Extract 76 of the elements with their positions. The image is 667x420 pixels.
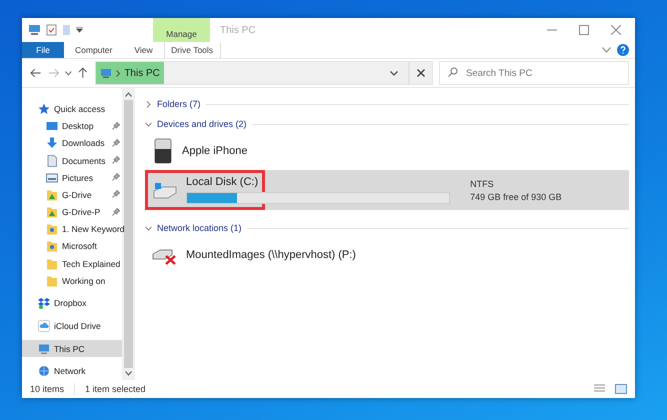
chevron-down-icon[interactable] (145, 120, 152, 128)
up-arrow-icon[interactable] (78, 67, 88, 79)
group-heading[interactable]: Folders (7) (157, 99, 201, 109)
sidebar-item[interactable]: G-Drive-P (22, 204, 122, 221)
help-icon[interactable] (617, 44, 629, 56)
address-bar[interactable]: This PC (95, 61, 409, 85)
chevron-right-icon[interactable] (145, 100, 152, 108)
sidebar-item[interactable]: Working on (22, 272, 122, 290)
document-icon (46, 154, 58, 167)
details-view-icon[interactable] (594, 384, 605, 394)
maximize-icon[interactable] (579, 25, 589, 35)
caret-icon[interactable] (76, 27, 83, 33)
sidebar-item[interactable]: Pictures (22, 169, 122, 186)
chevron-down-icon[interactable] (65, 70, 72, 76)
group-heading[interactable]: Devices and drives (2) (157, 119, 247, 129)
sidebar-item[interactable]: iCloud Drive (22, 317, 122, 335)
sidebar-item[interactable]: Tech Explained (22, 255, 122, 272)
sidebar-item[interactable]: This PC (22, 340, 122, 358)
scroll-up-icon[interactable] (125, 92, 132, 97)
pin-icon[interactable] (112, 122, 120, 130)
item-count: 10 items (30, 384, 64, 394)
filesystem-label: NTFS (470, 178, 495, 188)
window-title: This PC (219, 24, 257, 38)
star-icon (38, 102, 50, 115)
device-icon (152, 138, 174, 164)
computer-icon[interactable] (28, 24, 41, 36)
drive-tile[interactable]: Local Disk (C:) NTFS 749 GB free of 930 GB (145, 170, 629, 210)
manage-tab[interactable]: Manage (153, 18, 210, 42)
close-icon[interactable] (611, 25, 621, 35)
selection-count: 1 item selected (85, 384, 146, 394)
sidebar-item[interactable]: Downloads (22, 134, 122, 152)
sidebar-item[interactable]: G-Drive (22, 186, 122, 204)
desktop-icon (46, 120, 58, 132)
drive-icon (152, 181, 178, 199)
path-text: This PC (124, 68, 160, 78)
clear-button[interactable] (408, 61, 433, 85)
search-field[interactable]: Search This PC (438, 61, 629, 85)
sidebar-item[interactable]: Dropbox (22, 294, 122, 312)
scroll-down-icon[interactable] (125, 371, 132, 376)
pin-icon[interactable] (112, 156, 120, 164)
drive-name: MountedImages (\\hypervhost) (P:) (186, 249, 356, 261)
chevron-down-icon[interactable] (145, 224, 152, 232)
sidebar-item[interactable]: Microsoft (22, 238, 122, 256)
pin-icon[interactable] (112, 173, 120, 182)
properties-icon[interactable] (46, 24, 57, 36)
network-icon (38, 365, 50, 378)
pin-icon[interactable] (112, 138, 120, 147)
sidebar-item[interactable]: Quick access (22, 100, 122, 118)
drive-tile[interactable]: MountedImages (\\hypervhost) (P:) (145, 240, 629, 270)
download-arrow-icon (46, 137, 58, 150)
cloud-icon (38, 320, 50, 332)
sidebar-item[interactable]: Documents (22, 152, 122, 170)
drive-name: Local Disk (C:) (186, 176, 258, 188)
tiles-view-icon[interactable] (615, 384, 627, 394)
pictures-icon (46, 172, 58, 184)
sidebar-item[interactable]: Desktop (22, 118, 122, 135)
ribbon-tab[interactable]: File (22, 42, 64, 58)
pin-icon[interactable] (112, 208, 120, 216)
dropbox-icon (38, 297, 50, 310)
drive-tile[interactable]: Apple iPhone (145, 136, 629, 166)
free-space-label: 749 GB free of 930 GB (470, 192, 562, 202)
pin-icon[interactable] (112, 190, 120, 198)
chevron-down-icon[interactable] (602, 47, 611, 53)
scrollbar[interactable] (122, 88, 135, 380)
group-heading[interactable]: Network locations (1) (157, 223, 242, 233)
sidebar-item[interactable]: Network (22, 362, 122, 380)
back-arrow-icon[interactable] (30, 68, 42, 78)
forward-arrow-icon[interactable] (48, 68, 59, 78)
computer-icon (100, 68, 112, 78)
ribbon-tab[interactable]: Drive Tools (164, 42, 221, 58)
sidebar-item[interactable]: 1. New Keyword (22, 220, 122, 238)
close-icon (416, 69, 425, 77)
chevron-right-icon (116, 70, 120, 76)
drive-name: Apple iPhone (182, 145, 248, 157)
computer-icon (38, 342, 50, 355)
chevron-down-icon[interactable] (390, 70, 398, 76)
